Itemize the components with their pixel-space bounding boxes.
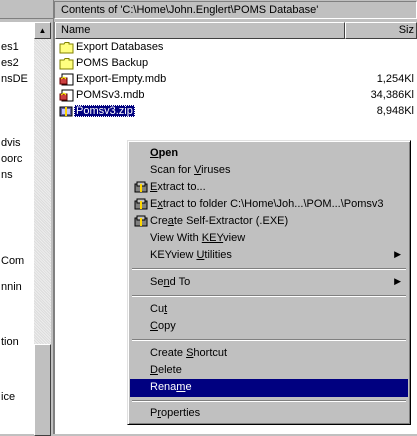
access-db-icon <box>59 89 74 102</box>
tree-item[interactable]: es1 <box>1 41 19 53</box>
menu-item-label: Cut <box>150 303 168 315</box>
menu-item-label: Properties <box>150 407 201 419</box>
tree-item[interactable]: Com <box>1 255 24 267</box>
file-name: POMS Backup <box>76 57 149 69</box>
folder-icon <box>59 58 74 70</box>
scroll-up-arrow-icon[interactable]: ▲ <box>34 22 51 39</box>
tree-item[interactable]: nnin <box>1 281 22 293</box>
winzip-icon <box>134 215 148 227</box>
file-row[interactable]: Export-Empty.mdb 1,254Kl <box>55 72 417 88</box>
file-row[interactable]: POMS Backup <box>55 56 417 72</box>
menu-item-label: Extract to folder C:\Home\Joh...\POM...\… <box>150 198 384 210</box>
menu-item-copy[interactable]: Copy <box>130 318 408 336</box>
folder-icon <box>59 42 74 54</box>
file-row[interactable]: POMSv3.mdb 34,386Kl <box>55 88 417 104</box>
winzip-icon <box>134 198 148 210</box>
folder-tree-pane: es1 es2 nsDE dvis oorc ns Com nnin tion … <box>0 0 54 436</box>
submenu-arrow-icon: ▶ <box>394 249 401 259</box>
tree-item[interactable]: oorc <box>1 153 22 165</box>
tree-item[interactable]: nsDE <box>1 73 28 85</box>
menu-separator <box>132 295 406 297</box>
column-header-size[interactable]: Siz <box>345 22 417 39</box>
submenu-arrow-icon: ▶ <box>394 276 401 286</box>
menu-item-extract-to-folder[interactable]: Extract to folder C:\Home\Joh...\POM...\… <box>130 196 408 214</box>
file-name: Export Databases <box>76 41 164 53</box>
context-menu: Open Scan for Viruses Extract to... Extr… <box>127 140 411 425</box>
menu-item-label: View With KEYview <box>150 232 246 244</box>
scrollbar-thumb[interactable] <box>34 344 51 436</box>
tree-item[interactable]: tion <box>1 336 19 348</box>
menu-item-cut[interactable]: Cut <box>130 301 408 319</box>
menu-item-view-with-keyview[interactable]: View With KEYview <box>130 230 408 248</box>
access-db-icon <box>59 73 74 86</box>
menu-item-scan-for-viruses[interactable]: Scan for Viruses <box>130 162 408 180</box>
menu-separator <box>132 268 406 270</box>
tree-item[interactable]: ns <box>1 169 13 181</box>
column-header-row: Name Siz <box>55 22 417 39</box>
menu-item-delete[interactable]: Delete <box>130 362 408 380</box>
folder-path-label: Contents of 'C:\Home\John.Englert\POMS D… <box>54 1 417 19</box>
menu-item-label: Send To <box>150 276 191 288</box>
menu-item-rename[interactable]: Rename <box>130 379 408 397</box>
menu-item-create-self-extractor[interactable]: Create Self-Extractor (.EXE) <box>130 213 408 231</box>
file-size: 8,948Kl <box>376 105 414 117</box>
menu-item-label: Open <box>150 147 179 159</box>
menu-item-label: Delete <box>150 364 182 376</box>
menu-item-label: Create Shortcut <box>150 347 228 359</box>
tree-item[interactable]: es2 <box>1 57 19 69</box>
file-row-selected[interactable]: Pomsv3.zip 8,948Kl <box>55 104 417 120</box>
file-row[interactable]: Export Databases <box>55 40 417 56</box>
menu-separator <box>132 339 406 341</box>
menu-item-properties[interactable]: Properties <box>130 405 408 423</box>
menu-item-label: KEYview Utilities <box>150 249 232 261</box>
tree-vertical-scrollbar[interactable]: ▲ <box>34 22 51 436</box>
folder-tree-list[interactable]: es1 es2 nsDE dvis oorc ns Com nnin tion … <box>0 22 34 434</box>
menu-item-keyview-utilities[interactable]: KEYview Utilities ▶ <box>130 247 408 265</box>
menu-item-label: Rename <box>150 381 192 393</box>
menu-item-send-to[interactable]: Send To ▶ <box>130 274 408 292</box>
file-name: POMSv3.mdb <box>76 89 145 101</box>
column-header-name[interactable]: Name <box>55 22 345 39</box>
menu-item-extract-to[interactable]: Extract to... <box>130 179 408 197</box>
zip-icon <box>59 106 73 117</box>
menu-item-label: Create Self-Extractor (.EXE) <box>150 215 289 227</box>
menu-item-open[interactable]: Open <box>130 145 408 163</box>
menu-item-label: Scan for Viruses <box>150 164 231 176</box>
winzip-icon <box>134 181 148 193</box>
menu-item-create-shortcut[interactable]: Create Shortcut <box>130 345 408 363</box>
menu-item-label: Extract to... <box>150 181 206 193</box>
folder-tree-header <box>0 1 53 19</box>
file-size: 1,254Kl <box>376 73 414 85</box>
tree-item[interactable]: ice <box>1 391 15 403</box>
menu-item-label: Copy <box>150 320 176 332</box>
tree-item[interactable]: dvis <box>1 137 21 149</box>
menu-separator <box>132 400 406 402</box>
file-name: Pomsv3.zip <box>74 105 135 117</box>
file-size: 34,386Kl <box>370 89 414 101</box>
file-name: Export-Empty.mdb <box>76 73 167 85</box>
